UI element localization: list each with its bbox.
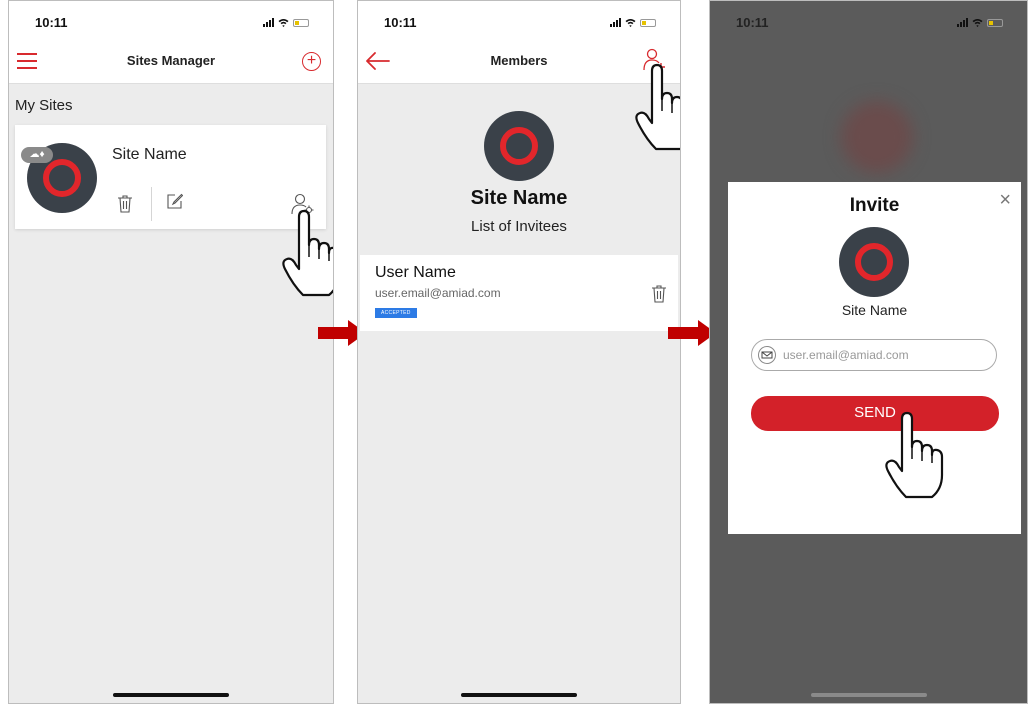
blurred-background-logo	[841, 101, 913, 173]
home-indicator	[810, 693, 927, 697]
invitee-email: user.email@amiad.com	[375, 286, 501, 300]
wifi-icon	[278, 19, 289, 27]
status-chip: ☁♦	[21, 147, 53, 163]
wifi-icon	[972, 19, 983, 27]
trash-icon[interactable]	[117, 195, 133, 213]
signal-icon	[610, 18, 621, 27]
wifi-icon	[625, 19, 636, 27]
system-icons	[263, 17, 309, 27]
signal-icon	[957, 18, 968, 27]
battery-icon	[640, 19, 656, 27]
add-circle-icon[interactable]: +	[302, 52, 321, 71]
battery-icon	[987, 19, 1003, 27]
edit-icon[interactable]	[167, 193, 183, 209]
nav-bar: Sites Manager +	[9, 39, 333, 84]
invite-dialog: Invite × Site Name user.email@amiad.com …	[728, 182, 1021, 534]
sites-manager-screen: 10:11 Sites Manager + My Sites ☁♦ Site N…	[8, 0, 334, 704]
status-time: 10:11	[736, 15, 769, 30]
invite-screen: 10:11 Invite × Site Name user.email@amia…	[709, 0, 1028, 704]
dialog-title: Invite	[849, 195, 900, 216]
divider	[151, 187, 152, 221]
status-time: 10:11	[35, 15, 68, 30]
site-name: Site Name	[841, 302, 908, 318]
battery-icon	[293, 19, 309, 27]
status-bar: 10:11	[358, 1, 680, 39]
section-title: My Sites	[15, 97, 73, 114]
send-button[interactable]: SEND	[751, 396, 999, 431]
invitee-name: User Name	[375, 264, 456, 281]
pointing-hand-icon	[282, 209, 333, 297]
signal-icon	[263, 18, 274, 27]
site-logo	[839, 227, 909, 297]
status-bar: 10:11	[710, 1, 1027, 39]
invitee-row[interactable]: User Name user.email@amiad.com ACCEPTED	[360, 255, 678, 331]
trash-icon[interactable]	[651, 285, 667, 303]
system-icons	[957, 17, 1003, 27]
site-logo	[484, 111, 554, 181]
site-name: Site Name	[112, 146, 187, 163]
page-title: Sites Manager	[126, 53, 216, 68]
system-icons	[610, 17, 656, 27]
home-indicator	[113, 693, 229, 697]
email-placeholder: user.email@amiad.com	[783, 348, 909, 362]
envelope-icon	[758, 346, 776, 364]
members-screen: 10:11 Members Site Name List of Invitees…	[357, 0, 681, 704]
pointing-hand-icon	[635, 63, 680, 151]
status-bar: 10:11	[9, 1, 333, 39]
list-label: List of Invitees	[471, 218, 567, 235]
status-badge: ACCEPTED	[375, 308, 417, 318]
site-name: Site Name	[470, 187, 568, 209]
email-field[interactable]: user.email@amiad.com	[751, 339, 997, 371]
pointing-hand-icon	[885, 411, 944, 499]
close-icon[interactable]: ×	[999, 189, 1011, 211]
status-time: 10:11	[384, 15, 417, 30]
home-indicator	[461, 693, 577, 697]
